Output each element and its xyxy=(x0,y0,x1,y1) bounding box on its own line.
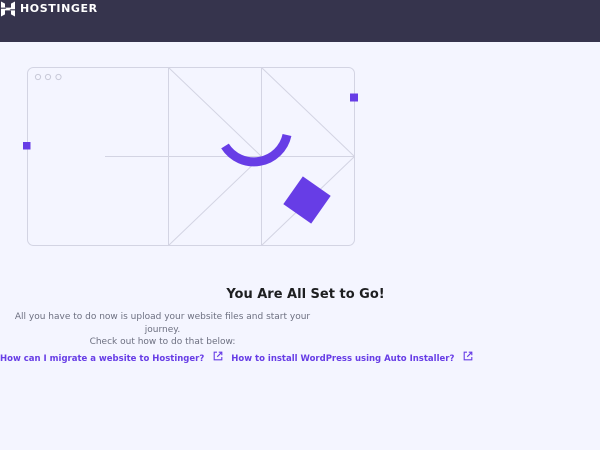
page-title: You Are All Set to Go! xyxy=(226,287,385,302)
brand-name: HOSTINGER xyxy=(20,2,98,15)
arc-shape xyxy=(221,133,292,167)
install-wordpress-link[interactable]: How to install WordPress using Auto Inst… xyxy=(231,351,473,364)
migrate-website-link-label: How can I migrate a website to Hostinger… xyxy=(0,354,205,364)
external-link-icon xyxy=(464,351,473,361)
external-link-icon xyxy=(213,351,223,361)
top-navigation-bar: HOSTINGER xyxy=(0,0,600,42)
launch-illustration xyxy=(23,67,358,246)
migrate-website-link[interactable]: How can I migrate a website to Hostinger… xyxy=(0,351,223,364)
brand-logo[interactable]: HOSTINGER xyxy=(0,0,98,18)
diamond-shape xyxy=(283,176,331,224)
page-description: All you have to do now is upload your we… xyxy=(0,311,325,349)
hostinger-logo-icon xyxy=(1,1,15,17)
install-wordpress-link-label: How to install WordPress using Auto Inst… xyxy=(231,354,455,364)
accent-square-left xyxy=(23,142,31,150)
accent-square-right xyxy=(350,93,358,102)
help-links: How can I migrate a website to Hostinger… xyxy=(0,351,473,364)
description-line-2: Check out how to do that below: xyxy=(89,337,236,347)
window-control-dots xyxy=(34,73,62,81)
description-line-1: All you have to do now is upload your we… xyxy=(14,312,311,335)
